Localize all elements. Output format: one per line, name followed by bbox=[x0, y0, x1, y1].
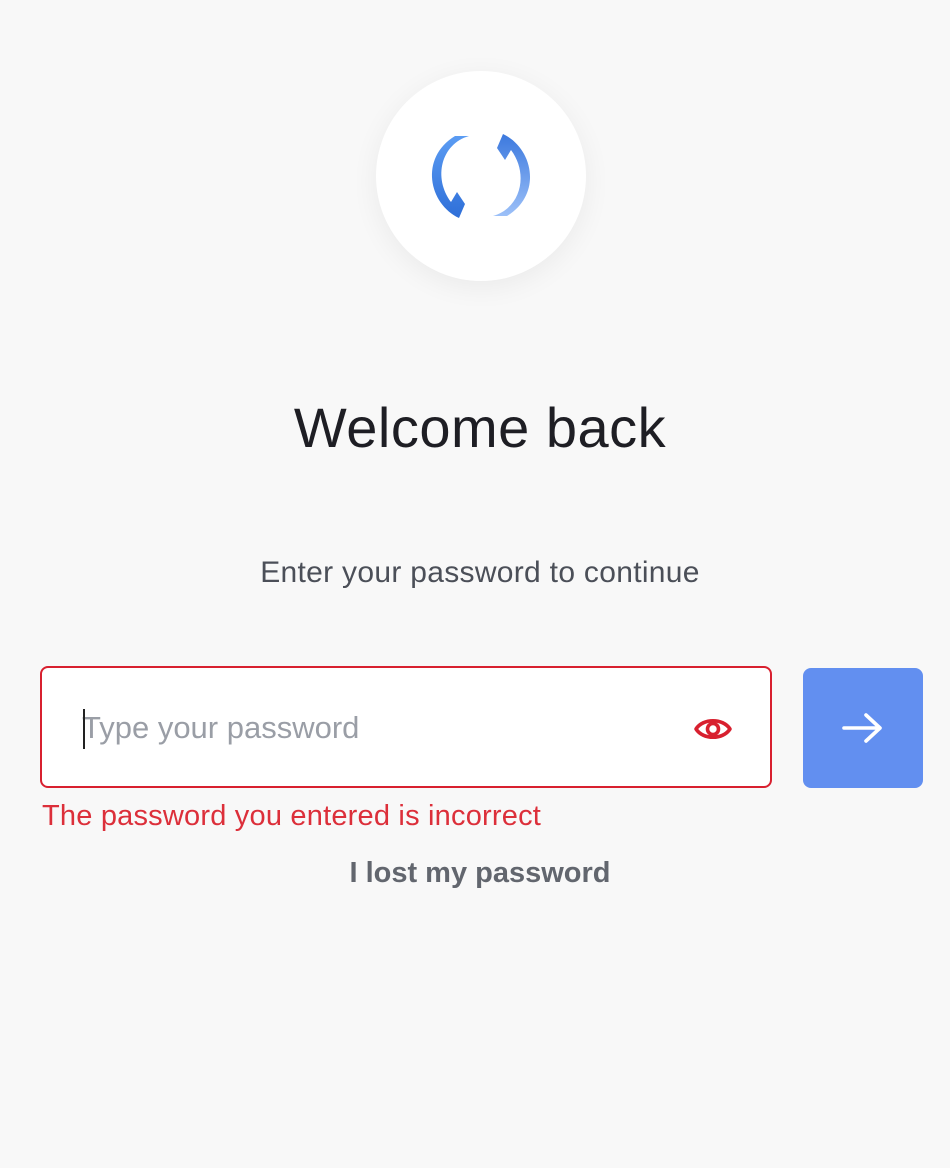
text-cursor bbox=[83, 709, 85, 749]
password-field[interactable] bbox=[40, 666, 772, 788]
password-error-message: The password you entered is incorrect bbox=[42, 800, 542, 832]
submit-button[interactable] bbox=[803, 668, 923, 788]
password-input[interactable] bbox=[82, 700, 672, 756]
eye-icon[interactable] bbox=[688, 706, 738, 752]
refresh-sync-logo-icon bbox=[431, 134, 531, 218]
page-subtitle: Enter your password to continue bbox=[260, 556, 700, 589]
app-logo bbox=[376, 71, 586, 281]
page-title: Welcome back bbox=[293, 396, 667, 459]
lost-password-link[interactable]: I lost my password bbox=[0, 857, 950, 890]
arrow-right-icon bbox=[842, 713, 882, 743]
